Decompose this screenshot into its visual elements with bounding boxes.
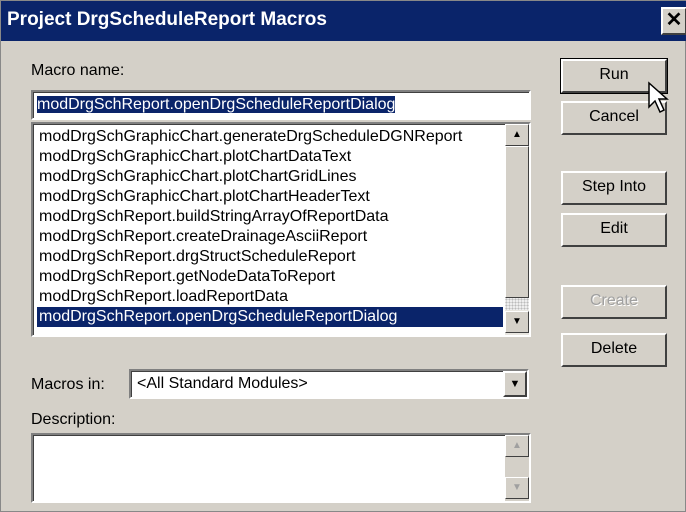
- macro-list-item[interactable]: modDrgSchReport.getNodeDataToReport: [37, 267, 503, 287]
- description-field[interactable]: ▲ ▼: [31, 433, 531, 503]
- macros-in-label: Macros in:: [31, 376, 105, 393]
- macros-dialog: Project DrgScheduleReport Macros ✕ Macro…: [0, 0, 686, 512]
- macro-list-item[interactable]: modDrgSchGraphicChart.plotChartHeaderTex…: [37, 187, 503, 207]
- description-label: Description:: [31, 411, 116, 428]
- macro-name-value: modDrgSchReport.openDrgScheduleReportDia…: [37, 96, 396, 113]
- step-into-button[interactable]: Step Into: [561, 171, 667, 205]
- down-arrow-icon: ▼: [512, 482, 522, 493]
- up-arrow-icon: ▲: [512, 440, 522, 451]
- scroll-down-button[interactable]: ▼: [505, 311, 529, 333]
- macro-name-label: Macro name:: [31, 62, 125, 79]
- scroll-up-button[interactable]: ▲: [505, 124, 529, 146]
- dropdown-button[interactable]: ▼: [503, 371, 527, 397]
- desc-scroll-up-button[interactable]: ▲: [505, 435, 529, 457]
- window-title: Project DrgScheduleReport Macros: [7, 9, 327, 30]
- macros-in-value: <All Standard Modules>: [137, 375, 308, 392]
- edit-button[interactable]: Edit: [561, 213, 667, 247]
- description-scrollbar[interactable]: ▲ ▼: [505, 435, 529, 501]
- down-arrow-icon: ▼: [512, 316, 522, 327]
- mouse-pointer-icon: [648, 81, 669, 114]
- macro-list-item[interactable]: modDrgSchReport.loadReportData: [37, 287, 503, 307]
- title-bar[interactable]: Project DrgScheduleReport Macros ✕: [1, 1, 686, 41]
- vertical-scrollbar[interactable]: ▲ ▼: [505, 124, 529, 335]
- scrollbar-track[interactable]: [505, 298, 529, 310]
- macro-list-item[interactable]: modDrgSchGraphicChart.plotChartGridLines: [37, 167, 503, 187]
- macros-in-select[interactable]: <All Standard Modules> ▼: [129, 369, 529, 399]
- macro-list-item[interactable]: modDrgSchGraphicChart.generateDrgSchedul…: [37, 127, 503, 147]
- chevron-down-icon: ▼: [509, 378, 521, 390]
- macro-list-item[interactable]: modDrgSchGraphicChart.plotChartDataText: [37, 147, 503, 167]
- up-arrow-icon: ▲: [512, 129, 522, 140]
- delete-button[interactable]: Delete: [561, 333, 667, 367]
- scrollbar-thumb[interactable]: [505, 146, 529, 298]
- macro-list-item[interactable]: modDrgSchReport.openDrgScheduleReportDia…: [37, 307, 503, 327]
- macro-name-input[interactable]: modDrgSchReport.openDrgScheduleReportDia…: [31, 90, 531, 120]
- macro-listbox[interactable]: modDrgSchGraphicChart.generateDrgSchedul…: [31, 122, 531, 337]
- macro-list-item[interactable]: modDrgSchReport.createDrainageAsciiRepor…: [37, 227, 503, 247]
- macro-list-item[interactable]: modDrgSchReport.drgStructScheduleReport: [37, 247, 503, 267]
- macro-list: modDrgSchGraphicChart.generateDrgSchedul…: [37, 127, 503, 327]
- desc-scroll-down-button[interactable]: ▼: [505, 477, 529, 499]
- macro-list-item[interactable]: modDrgSchReport.buildStringArrayOfReport…: [37, 207, 503, 227]
- create-button[interactable]: Create: [561, 285, 667, 319]
- close-button[interactable]: ✕: [661, 7, 686, 35]
